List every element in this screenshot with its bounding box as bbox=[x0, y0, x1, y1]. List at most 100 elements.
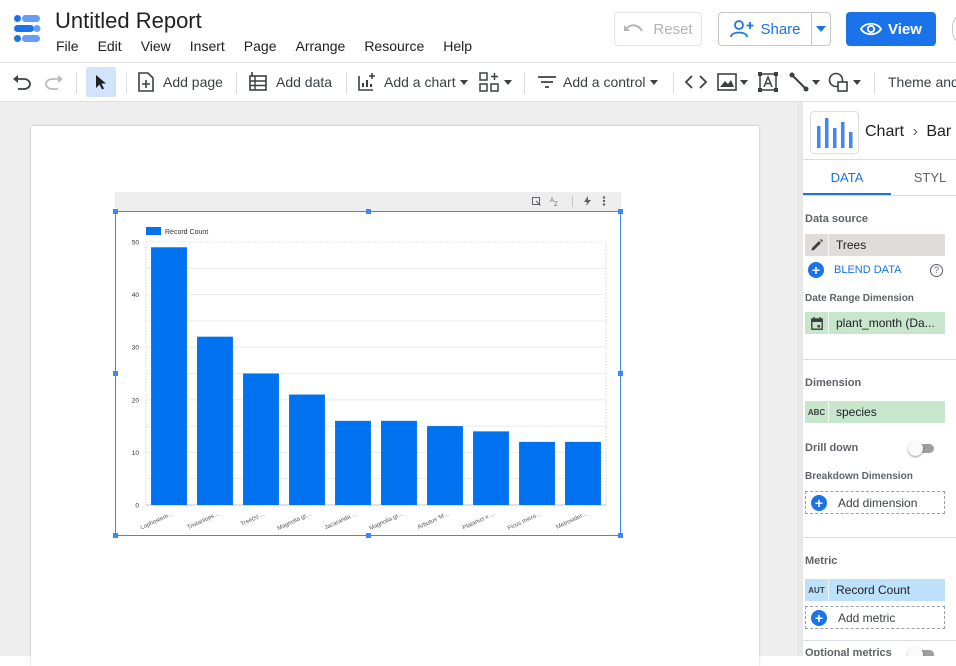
x-axis-ticks: Lophostem... Tristaniops... Tree(s) ... Mag… bbox=[140, 511, 588, 532]
reset-button[interactable]: Reset bbox=[614, 12, 702, 46]
text-box-button[interactable] bbox=[758, 63, 778, 101]
x-tick-label: Magnolia gr... bbox=[277, 511, 312, 532]
panel-divider bbox=[803, 195, 956, 196]
eye-icon bbox=[860, 22, 883, 36]
add-chart-label: Add a chart bbox=[384, 74, 456, 90]
theme-and-layout-button[interactable]: Theme and bbox=[888, 63, 956, 101]
y-axis-ticks: 0 10 20 30 40 50 bbox=[132, 240, 140, 510]
bar-chart-component[interactable]: 0 10 20 30 40 50 Lophostem... Tristaniops... Tr… bbox=[115, 211, 621, 536]
dimension-label: Dimension bbox=[805, 377, 862, 389]
share-dropdown-button[interactable] bbox=[811, 12, 831, 46]
metric-value: Record Count bbox=[836, 583, 911, 597]
drill-down-toggle[interactable] bbox=[908, 441, 934, 456]
data-source-chip[interactable]: Trees bbox=[805, 234, 945, 256]
bar[interactable] bbox=[381, 420, 417, 505]
x-tick-label: Jacaranda ... bbox=[324, 511, 358, 531]
resize-handle-left[interactable] bbox=[113, 371, 118, 376]
x-tick-label: Lophostem... bbox=[140, 511, 174, 531]
data-studio-logo-icon[interactable] bbox=[12, 15, 42, 43]
resize-handle-top-left[interactable] bbox=[113, 209, 118, 214]
add-dimension-button[interactable]: + Add dimension bbox=[805, 491, 945, 514]
caret-down-icon bbox=[649, 79, 658, 85]
redo-button[interactable] bbox=[44, 63, 64, 101]
menu-file[interactable]: File bbox=[56, 38, 79, 54]
resize-handle-top-right[interactable] bbox=[618, 209, 623, 214]
add-control-button[interactable]: Add a control bbox=[537, 63, 658, 101]
date-range-chip[interactable]: plant_month (Da... bbox=[805, 312, 945, 334]
shape-button[interactable] bbox=[828, 63, 861, 101]
add-dimension-label: Add dimension bbox=[838, 495, 918, 510]
resize-handle-bottom-right[interactable] bbox=[618, 533, 623, 538]
bar[interactable] bbox=[243, 373, 279, 506]
panel-divider bbox=[803, 359, 956, 360]
add-control-label: Add a control bbox=[563, 74, 646, 90]
add-data-button[interactable]: Add data bbox=[248, 63, 332, 101]
drill-down-label: Drill down bbox=[805, 442, 859, 454]
chart-type-picker[interactable] bbox=[810, 111, 859, 154]
avatar[interactable] bbox=[952, 12, 956, 46]
export-icon[interactable] bbox=[532, 197, 541, 206]
add-page-label: Add page bbox=[163, 74, 223, 90]
help-icon[interactable]: ? bbox=[930, 264, 943, 277]
tab-style[interactable]: STYL bbox=[895, 160, 956, 195]
menu-view[interactable]: View bbox=[141, 38, 171, 54]
blend-data-button[interactable]: + BLEND DATA bbox=[808, 262, 901, 278]
add-metric-label: Add metric bbox=[838, 610, 896, 625]
add-component-button[interactable] bbox=[479, 63, 512, 101]
y-tick-label: 10 bbox=[132, 450, 140, 457]
x-tick-label: Ficus micro... bbox=[507, 511, 542, 532]
menu-help[interactable]: Help bbox=[443, 38, 472, 54]
bar[interactable] bbox=[151, 247, 187, 505]
dimension-value: species bbox=[836, 405, 877, 419]
menu-insert[interactable]: Insert bbox=[190, 38, 225, 54]
sort-az-icon[interactable]: A Z bbox=[550, 196, 561, 206]
add-chart-button[interactable]: Add a chart bbox=[357, 63, 468, 101]
calendar-icon bbox=[805, 312, 829, 334]
breadcrumb-chart[interactable]: Chart bbox=[865, 123, 904, 140]
menu-page[interactable]: Page bbox=[244, 38, 277, 54]
metric-chip[interactable]: AUT Record Count bbox=[805, 579, 945, 601]
undo-button[interactable] bbox=[12, 63, 32, 101]
toolbar-divider bbox=[673, 72, 674, 94]
bar-chart-icon bbox=[817, 118, 853, 148]
bar[interactable] bbox=[519, 441, 555, 505]
lightning-bolt-icon[interactable] bbox=[584, 196, 591, 206]
menu-resource[interactable]: Resource bbox=[364, 38, 424, 54]
y-tick-label: 40 bbox=[132, 292, 140, 299]
resize-handle-top[interactable] bbox=[366, 209, 371, 214]
menu-arrange[interactable]: Arrange bbox=[296, 38, 346, 54]
select-tool-button[interactable] bbox=[86, 67, 116, 97]
pencil-icon[interactable] bbox=[805, 234, 829, 256]
resize-handle-bottom[interactable] bbox=[366, 533, 371, 538]
x-tick-label: Tree(s) ... bbox=[240, 511, 266, 527]
panel-divider bbox=[803, 640, 956, 641]
dimension-chip[interactable]: ABC species bbox=[805, 401, 945, 423]
filter-lines-icon bbox=[538, 76, 556, 88]
image-button[interactable] bbox=[717, 63, 748, 101]
x-tick-label: Platanus x ... bbox=[462, 511, 496, 531]
bar[interactable] bbox=[197, 336, 233, 505]
line-button[interactable] bbox=[789, 63, 820, 101]
header-divider bbox=[572, 196, 573, 207]
resize-handle-bottom-left[interactable] bbox=[113, 533, 118, 538]
bar[interactable] bbox=[427, 426, 463, 505]
view-button[interactable]: View bbox=[846, 12, 936, 46]
embed-url-button[interactable] bbox=[685, 63, 707, 101]
tab-data[interactable]: DATA bbox=[803, 160, 891, 195]
breadcrumb-bar[interactable]: Bar bbox=[926, 123, 951, 140]
x-tick-label: Magnolia gr... bbox=[369, 511, 404, 532]
bar[interactable] bbox=[565, 441, 601, 505]
optional-metrics-toggle[interactable] bbox=[908, 647, 934, 656]
add-metric-button[interactable]: + Add metric bbox=[805, 606, 945, 629]
menu-bar: File Edit View Insert Page Arrange Resou… bbox=[56, 38, 491, 54]
add-page-button[interactable]: Add page bbox=[137, 63, 223, 101]
menu-edit[interactable]: Edit bbox=[98, 38, 122, 54]
share-label: Share bbox=[760, 20, 801, 38]
share-button[interactable]: Share bbox=[718, 12, 812, 46]
resize-handle-right[interactable] bbox=[618, 371, 623, 376]
bar[interactable] bbox=[335, 420, 371, 505]
bar[interactable] bbox=[289, 394, 325, 505]
report-title[interactable]: Untitled Report bbox=[55, 8, 202, 34]
more-vert-icon[interactable] bbox=[602, 196, 606, 206]
bar[interactable] bbox=[473, 431, 509, 505]
